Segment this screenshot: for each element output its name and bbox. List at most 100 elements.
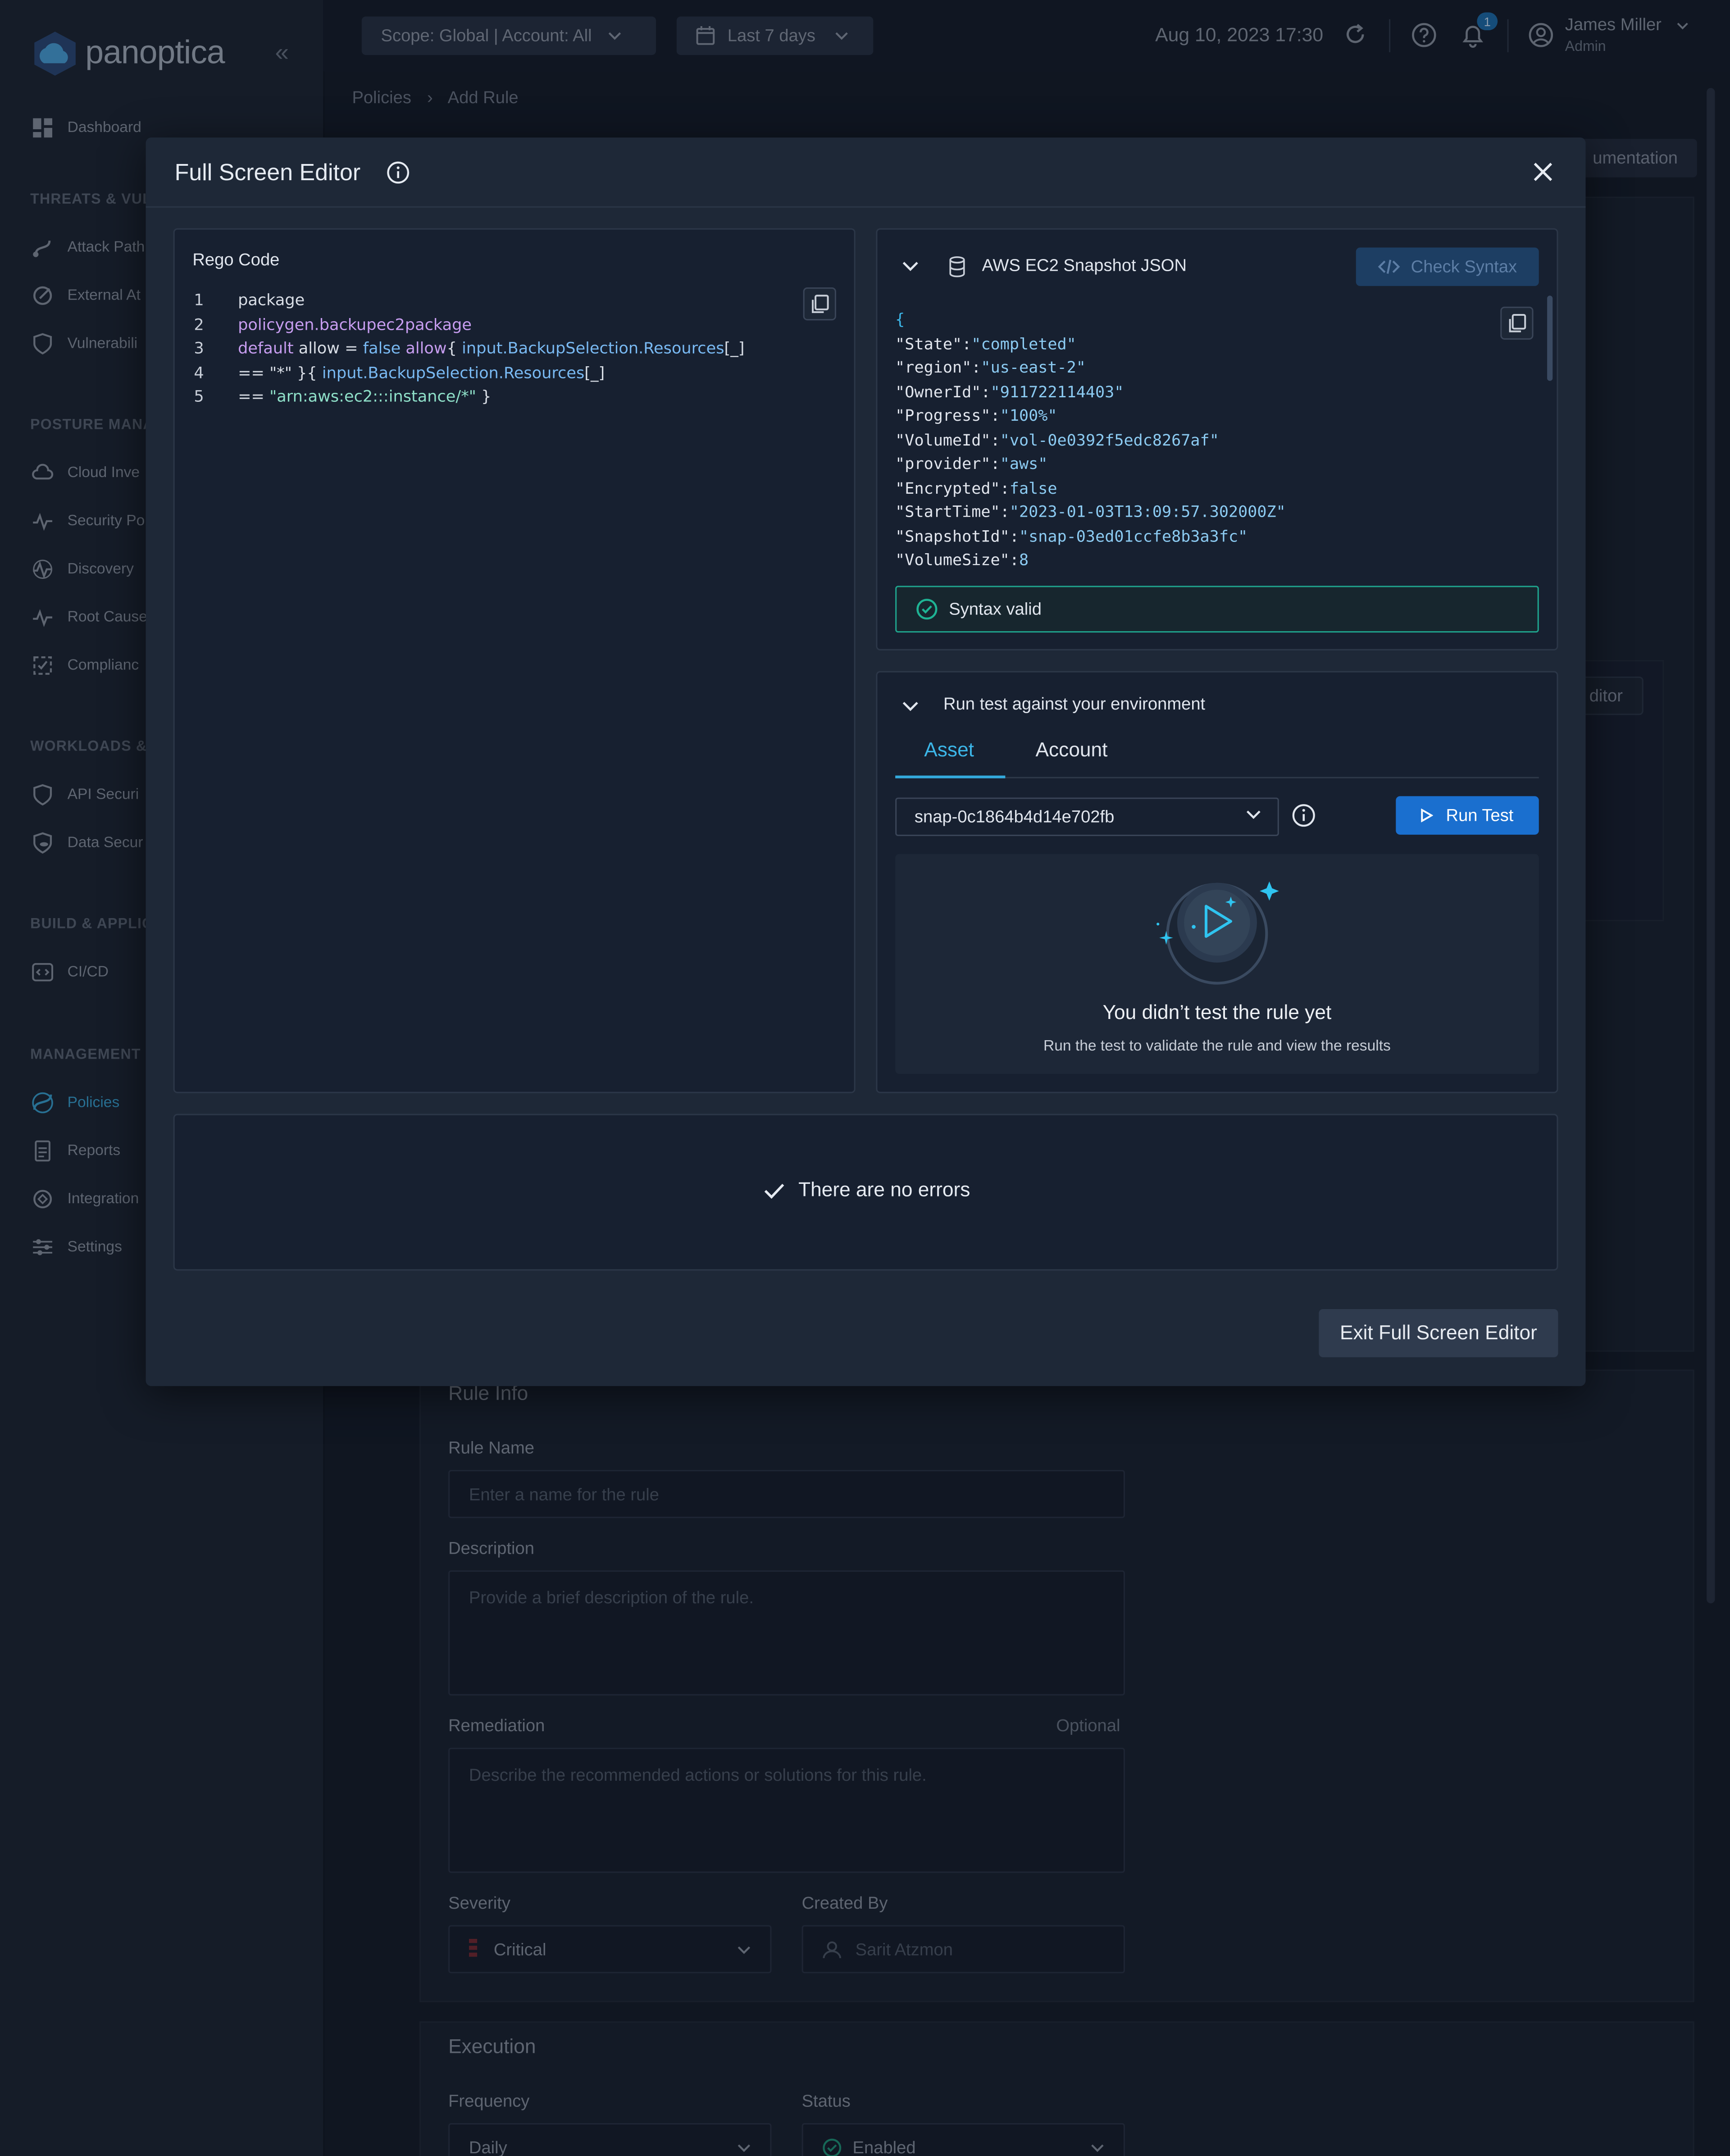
json-value: "completed"	[971, 333, 1076, 353]
json-colon: :	[1000, 478, 1010, 497]
copy-json-button[interactable]	[1500, 306, 1534, 340]
errors-panel: There are no errors	[173, 1114, 1558, 1271]
json-line: "OwnerId":"911722114403"	[895, 380, 1521, 404]
run-test-button[interactable]: Run Test	[1396, 796, 1539, 835]
errors-text: There are no errors	[798, 1180, 970, 1202]
line-number: 2	[194, 314, 204, 334]
exit-full-screen-button[interactable]: Exit Full Screen Editor	[1319, 1309, 1558, 1357]
syntax-valid-text: Syntax valid	[949, 599, 1042, 619]
code-line: 3 default allow = false allow{ input.Back…	[194, 338, 744, 358]
json-colon: :	[1009, 526, 1019, 546]
line-number: 5	[194, 386, 204, 406]
code-token: "arn:aws:ec2:::instance/*"	[269, 386, 476, 406]
play-icon	[1421, 808, 1434, 823]
json-colon: :	[990, 454, 1000, 473]
json-value: "100%"	[1000, 405, 1057, 425]
json-panel-title: AWS EC2 Snapshot JSON	[982, 255, 1187, 275]
checkmark-icon	[764, 1183, 783, 1199]
json-colon: :	[981, 382, 991, 401]
info-icon[interactable]	[1291, 803, 1316, 828]
json-key: "Encrypted"	[895, 478, 1000, 497]
check-circle-icon	[916, 599, 938, 620]
json-key: "region"	[895, 357, 972, 377]
empty-state-title: You didn’t test the rule yet	[1102, 1002, 1332, 1025]
json-colon: :	[971, 357, 981, 377]
database-icon	[949, 256, 965, 277]
json-key: "StartTime"	[895, 502, 1000, 521]
json-line: "Encrypted":false	[895, 477, 1521, 500]
modal-title: Full Screen Editor	[174, 159, 361, 186]
json-colon: :	[990, 405, 1000, 425]
run-test-panel: Run test against your environment Asset …	[876, 671, 1558, 1093]
code-token: input.BackupSelection.Resources	[462, 338, 724, 358]
code-token: == "*" }{	[238, 362, 322, 382]
full-screen-editor-modal: Full Screen Editor Rego Code 1 package 2 po…	[146, 137, 1586, 1386]
json-line: "VolumeSize":8	[895, 549, 1521, 573]
code-token: default	[238, 338, 294, 358]
modal-header-divider	[146, 206, 1586, 208]
tab-asset[interactable]: Asset	[924, 740, 974, 762]
json-key: "Progress"	[895, 405, 991, 425]
active-tab-indicator	[895, 775, 1006, 778]
json-key: "SnapshotId"	[895, 526, 1010, 546]
chevron-down-icon[interactable]	[902, 701, 919, 712]
json-line: "StartTime":"2023-01-03T13:09:57.302000Z…	[895, 500, 1521, 524]
json-line: "region":"us-east-2"	[895, 356, 1521, 380]
code-token: {	[446, 338, 462, 358]
play-sparkle-illustration-icon	[1156, 881, 1279, 985]
line-number: 1	[194, 290, 204, 309]
json-value: "2023-01-03T13:09:57.302000Z"	[1009, 502, 1286, 521]
code-line: 4 == "*" }{ input.BackupSelection.Resourc…	[194, 362, 605, 382]
code-token: allow	[401, 338, 447, 358]
json-line: "VolumeId":"vol-0e0392f5edc8267af"	[895, 428, 1521, 452]
json-scrollbar[interactable]	[1547, 296, 1553, 381]
copy-icon	[812, 295, 829, 313]
code-token: [_]	[584, 362, 605, 382]
json-entries: "State":"completed" "region":"us-east-2" "…	[895, 332, 1521, 573]
selected-asset: snap-0c1864b4d14e702fb	[914, 807, 1115, 827]
json-value: "aws"	[1000, 454, 1048, 473]
json-open-brace: {	[895, 309, 905, 329]
errors-message: There are no errors	[175, 1180, 1558, 1202]
json-viewer[interactable]: { "State":"completed" "region":"us-east-2…	[895, 308, 1521, 578]
copy-code-button[interactable]	[803, 287, 836, 321]
code-brackets-icon	[1378, 259, 1400, 274]
json-value: "snap-03ed01ccfe8b3a3fc"	[1019, 526, 1248, 546]
json-value: 8	[1019, 550, 1029, 569]
code-token: }	[476, 386, 492, 406]
line-number: 4	[194, 362, 204, 382]
json-key: "OwnerId"	[895, 382, 981, 401]
json-line: "SnapshotId":"snap-03ed01ccfe8b3a3fc"	[895, 525, 1521, 549]
json-line: "Progress":"100%"	[895, 404, 1521, 428]
tab-account[interactable]: Account	[1036, 740, 1108, 762]
code-token: policygen.backupec2package	[238, 314, 472, 334]
info-icon[interactable]	[387, 161, 410, 184]
code-token: input.BackupSelection.Resources	[322, 362, 585, 382]
json-panel: AWS EC2 Snapshot JSON Check Syntax { "St…	[876, 228, 1558, 650]
json-line: "State":"completed"	[895, 332, 1521, 356]
json-colon: :	[1009, 550, 1019, 569]
run-test-title: Run test against your environment	[943, 694, 1206, 714]
code-line: 1 package	[194, 290, 305, 309]
json-value: "vol-0e0392f5edc8267af"	[1000, 429, 1219, 449]
code-token: allow =	[293, 338, 363, 358]
json-key: "provider"	[895, 454, 991, 473]
asset-select[interactable]: snap-0c1864b4d14e702fb	[895, 797, 1279, 836]
syntax-valid-banner: Syntax valid	[895, 586, 1539, 633]
run-test-label: Run Test	[1446, 805, 1514, 825]
check-syntax-button[interactable]: Check Syntax	[1356, 247, 1539, 286]
chevron-down-icon[interactable]	[902, 261, 919, 272]
code-token: ==	[238, 386, 270, 406]
copy-icon	[1509, 314, 1526, 332]
close-icon[interactable]	[1530, 159, 1555, 184]
json-colon: :	[990, 429, 1000, 449]
json-colon: :	[962, 333, 972, 353]
json-key: "VolumeSize"	[895, 550, 1010, 569]
json-colon: :	[1000, 502, 1010, 521]
code-token: package	[238, 290, 305, 309]
rego-code-panel: Rego Code 1 package 2 policygen.backupec2pa…	[173, 228, 856, 1093]
line-number: 3	[194, 338, 204, 358]
rego-code-label: Rego Code	[192, 250, 280, 270]
json-key: "State"	[895, 333, 962, 353]
json-value: "us-east-2"	[981, 357, 1086, 377]
